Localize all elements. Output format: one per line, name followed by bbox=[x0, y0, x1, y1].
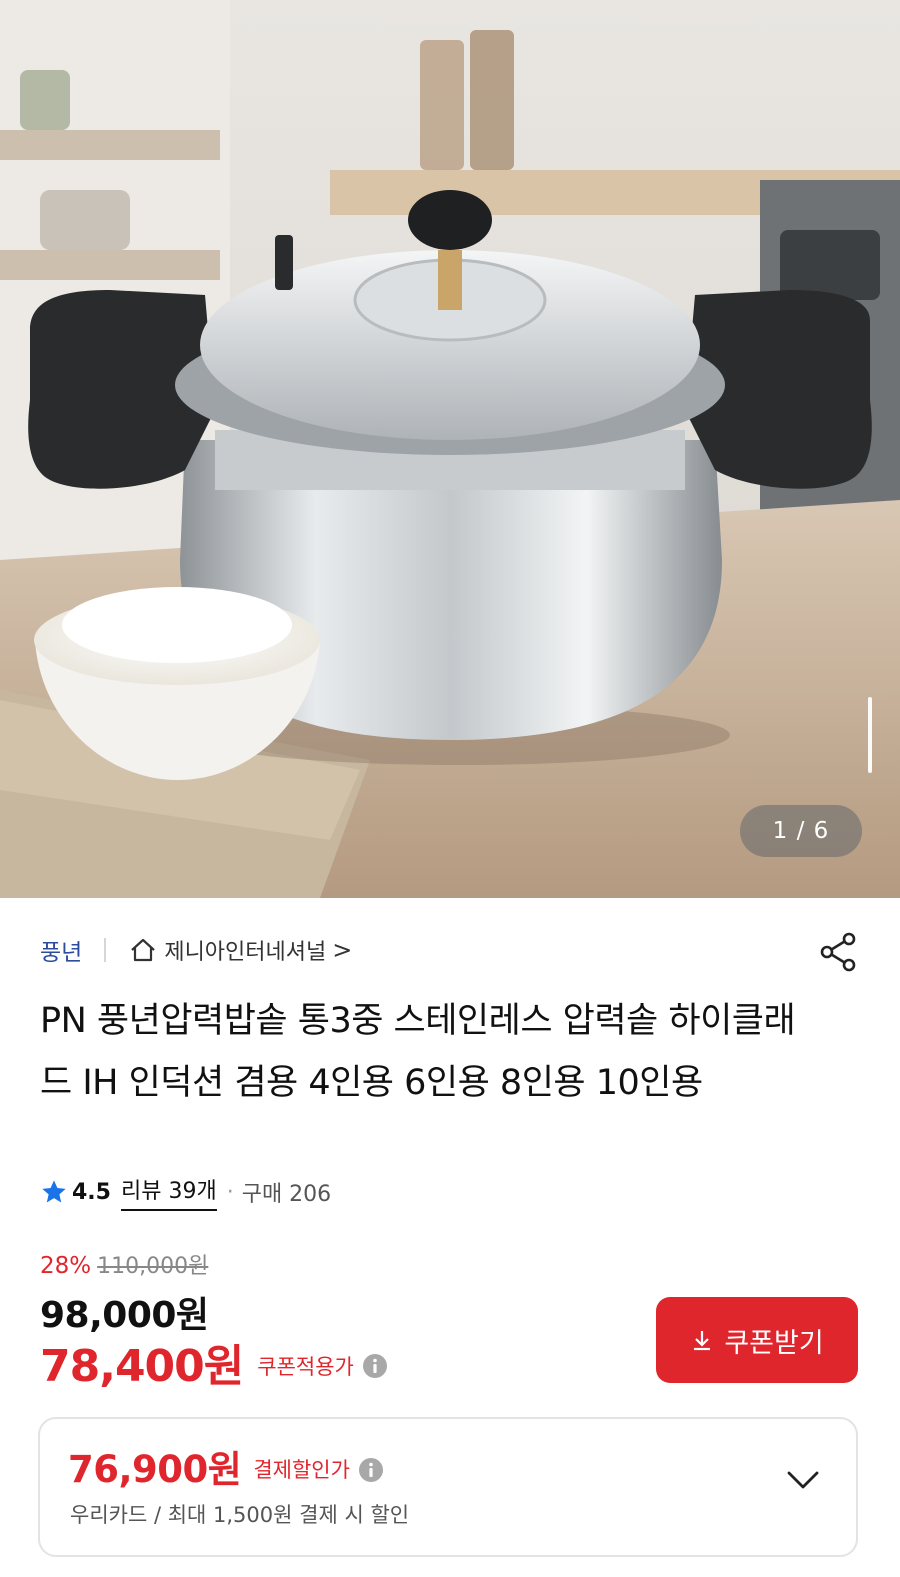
coupon-price-label: 쿠폰적용가 bbox=[257, 1355, 354, 1379]
purchase-count: 구매 206 bbox=[241, 1182, 332, 1207]
image-scroll-indicator bbox=[868, 697, 872, 773]
payment-discount-card[interactable]: 76,900원 결제할인가 우리카드 / 최대 1,500원 결제 시 할인 bbox=[38, 1417, 858, 1557]
get-coupon-button[interactable]: 쿠폰받기 bbox=[656, 1297, 858, 1383]
divider bbox=[104, 938, 107, 962]
product-photo bbox=[0, 0, 900, 898]
page-counter-text: 1 / 6 bbox=[772, 818, 830, 844]
info-icon[interactable] bbox=[358, 1457, 384, 1483]
payment-price-row: 76,900원 결제할인가 bbox=[68, 1439, 384, 1493]
dot-separator: · bbox=[226, 1179, 234, 1205]
product-image-gallery[interactable]: 1 / 6 bbox=[0, 0, 900, 898]
download-icon bbox=[694, 1331, 711, 1351]
share-icon[interactable] bbox=[816, 930, 860, 974]
home-icon bbox=[131, 938, 156, 962]
info-icon[interactable] bbox=[362, 1353, 388, 1379]
chevron-right-icon: > bbox=[332, 936, 353, 964]
coupon-price: 78,400원 bbox=[40, 1341, 244, 1392]
original-price: 110,000원 bbox=[97, 1254, 209, 1279]
discount-row: 28% 110,000원 bbox=[40, 1248, 208, 1280]
review-link[interactable]: 리뷰 39개 bbox=[120, 1173, 217, 1211]
seller-row: 풍년 제니아인터네셔널 > bbox=[40, 930, 860, 972]
star-icon bbox=[42, 1180, 66, 1203]
get-coupon-label: 쿠폰받기 bbox=[724, 1327, 824, 1359]
store-link[interactable]: 제니아인터네셔널 bbox=[164, 934, 326, 966]
product-title: PN 풍년압력밥솥 통3중 스테인레스 압력솥 하이클래드 IH 인덕션 겸용 … bbox=[40, 1001, 796, 1103]
brand-link[interactable]: 풍년 bbox=[40, 933, 82, 967]
coupon-price-row: 78,400원 쿠폰적용가 bbox=[40, 1330, 388, 1394]
chevron-down-icon[interactable] bbox=[786, 1469, 820, 1491]
payment-discount-description: 우리카드 / 최대 1,500원 결제 시 할인 bbox=[70, 1503, 410, 1527]
image-page-counter: 1 / 6 bbox=[740, 805, 862, 857]
payment-price-label: 결제할인가 bbox=[253, 1458, 350, 1482]
rating-score: 4.5 bbox=[72, 1179, 111, 1205]
discount-rate: 28% bbox=[40, 1253, 92, 1279]
rating-row: 4.5 리뷰 39개 · 구매 206 bbox=[40, 1172, 331, 1212]
payment-price: 76,900원 bbox=[68, 1448, 242, 1491]
